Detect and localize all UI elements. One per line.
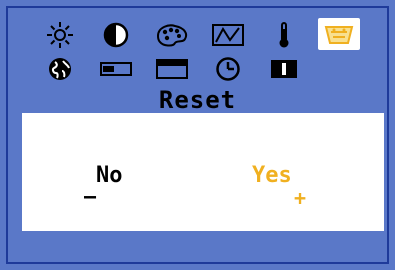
plus-indicator: + bbox=[294, 186, 307, 210]
yes-option[interactable]: Yes bbox=[252, 163, 292, 188]
reset-icon[interactable] bbox=[318, 18, 360, 50]
color-palette-icon[interactable] bbox=[154, 20, 190, 50]
v-position-icon[interactable] bbox=[154, 54, 190, 84]
language-globe-icon[interactable] bbox=[42, 54, 78, 84]
page-title: Reset bbox=[158, 86, 237, 114]
geometry-waveform-icon[interactable] bbox=[210, 20, 246, 50]
brightness-icon[interactable] bbox=[42, 20, 78, 50]
clock-icon[interactable] bbox=[210, 54, 246, 84]
h-position-icon[interactable] bbox=[98, 54, 134, 84]
osd-menu: Reset No – Yes + bbox=[0, 0, 395, 270]
information-icon[interactable] bbox=[266, 54, 302, 84]
minus-indicator: – bbox=[84, 184, 97, 208]
contrast-icon[interactable] bbox=[98, 20, 134, 50]
reset-confirm-panel bbox=[22, 113, 384, 231]
temperature-icon[interactable] bbox=[266, 20, 302, 50]
no-option[interactable]: No bbox=[96, 163, 123, 188]
